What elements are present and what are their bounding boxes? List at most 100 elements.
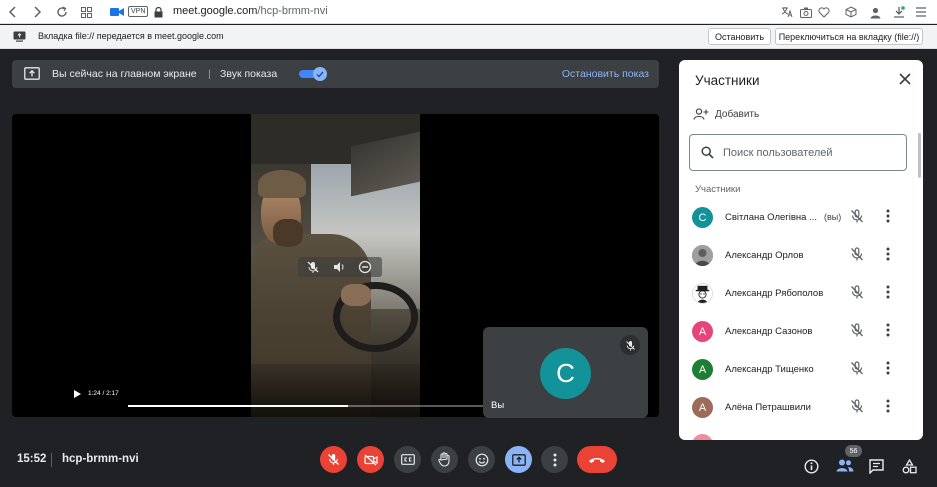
participant-row[interactable]: Александр Орлов bbox=[679, 237, 923, 275]
tabs-grid-icon[interactable] bbox=[77, 3, 95, 21]
toggle-camera-button[interactable] bbox=[357, 446, 384, 473]
participant-avatar bbox=[692, 283, 713, 304]
chat-icon[interactable] bbox=[869, 459, 884, 474]
participant-name: Алёна Петрашвили bbox=[725, 402, 811, 413]
play-icon[interactable] bbox=[74, 390, 81, 398]
meeting-details-icon[interactable] bbox=[804, 459, 819, 474]
participant-row[interactable]: Александр Рябополов bbox=[679, 275, 923, 313]
reload-icon[interactable] bbox=[53, 3, 71, 21]
participant-more-icon[interactable] bbox=[886, 285, 890, 299]
participant-mic-off-icon[interactable] bbox=[850, 209, 864, 224]
participant-avatar: А bbox=[692, 321, 713, 342]
more-options-button[interactable] bbox=[541, 446, 568, 473]
heart-icon[interactable] bbox=[815, 3, 833, 21]
participant-more-icon[interactable] bbox=[886, 399, 890, 413]
participant-mic-off-icon[interactable] bbox=[850, 323, 864, 338]
call-end-icon bbox=[588, 456, 606, 464]
switch-tab-button[interactable]: Переключиться на вкладку (file://) bbox=[775, 28, 923, 45]
search-placeholder: Поиск пользователей bbox=[723, 147, 833, 159]
panel-scrollbar[interactable] bbox=[918, 133, 921, 178]
person-hand bbox=[341, 284, 371, 306]
presentation-audio-toggle[interactable] bbox=[299, 67, 327, 81]
profile-icon[interactable] bbox=[866, 3, 884, 21]
video-progress-bar[interactable] bbox=[128, 405, 488, 407]
meeting-code: hcp-brmm-nvi bbox=[62, 453, 139, 465]
self-mic-off-icon bbox=[620, 335, 640, 355]
presentation-audio-label: Звук показа bbox=[220, 68, 278, 80]
menu-lines-icon[interactable] bbox=[912, 3, 930, 21]
download-icon[interactable] bbox=[890, 3, 908, 21]
activities-icon[interactable] bbox=[902, 459, 917, 474]
captions-button[interactable] bbox=[394, 446, 421, 473]
remove-circle-icon[interactable] bbox=[358, 260, 372, 274]
translate-icon[interactable] bbox=[778, 3, 796, 21]
participant-mic-off-icon[interactable] bbox=[850, 399, 864, 414]
search-people-input[interactable]: Поиск пользователей bbox=[689, 134, 907, 171]
stop-presenting-link[interactable]: Остановить показ bbox=[562, 68, 649, 80]
participant-name: Александр Рябополов bbox=[725, 288, 824, 299]
stop-sharing-button[interactable]: Остановить bbox=[708, 28, 771, 45]
add-people-button[interactable]: Добавить bbox=[693, 108, 759, 120]
self-video-tile[interactable]: С Вы bbox=[483, 327, 648, 418]
participant-avatar: А bbox=[692, 397, 713, 418]
participant-more-icon[interactable] bbox=[886, 323, 890, 337]
screenshot-icon[interactable] bbox=[797, 3, 815, 21]
participant-count-badge: 56 bbox=[845, 445, 862, 457]
hand-icon bbox=[438, 452, 451, 467]
search-icon bbox=[701, 146, 714, 159]
participant-more-icon[interactable] bbox=[886, 247, 890, 261]
self-name: Вы bbox=[491, 400, 505, 411]
screen-share-icon bbox=[13, 31, 26, 42]
participant-more-icon[interactable] bbox=[886, 209, 890, 223]
participant-row[interactable]: А Александр Тищенко bbox=[679, 351, 923, 389]
presenting-banner: Вы сейчас на главном экране | Звук показ… bbox=[12, 60, 659, 88]
participant-name: Александр Тищенко bbox=[725, 364, 814, 375]
url-host: meet.google.com bbox=[173, 5, 258, 17]
close-icon[interactable] bbox=[899, 73, 911, 85]
person-beard bbox=[273, 219, 303, 247]
participant-avatar-partial bbox=[692, 434, 713, 440]
participant-row[interactable]: А Александр Сазонов bbox=[679, 313, 923, 351]
extension-cube-icon[interactable] bbox=[842, 3, 860, 21]
people-icon[interactable] bbox=[836, 459, 854, 472]
participant-row[interactable]: С Світлана Олегівна ... (вы) bbox=[679, 199, 923, 237]
participant-mic-off-icon[interactable] bbox=[850, 285, 864, 300]
participant-name: Світлана Олегівна ... bbox=[725, 212, 817, 223]
lock-icon[interactable] bbox=[149, 3, 167, 21]
participant-mic-off-icon[interactable] bbox=[850, 361, 864, 376]
participant-mic-off-icon[interactable] bbox=[850, 247, 864, 262]
video-time: 1:24 / 2:17 bbox=[88, 390, 119, 397]
video-shadow bbox=[251, 364, 420, 417]
participant-photo bbox=[693, 284, 712, 303]
emoji-icon bbox=[475, 453, 489, 467]
participants-section-label: Участники bbox=[695, 184, 741, 195]
leave-call-button[interactable] bbox=[577, 446, 617, 473]
sharing-infobar: Вкладка file:// передается в meet.google… bbox=[0, 25, 937, 49]
raise-hand-button[interactable] bbox=[431, 446, 458, 473]
toggle-mic-button[interactable] bbox=[320, 446, 347, 473]
present-now-button[interactable] bbox=[505, 446, 532, 473]
participant-photo bbox=[692, 245, 713, 266]
participant-you-tag: (вы) bbox=[824, 212, 842, 222]
participant-more-icon[interactable] bbox=[886, 361, 890, 375]
participant-name: Александр Орлов bbox=[725, 250, 804, 261]
panel-title: Участники bbox=[695, 73, 760, 88]
volume-icon[interactable] bbox=[332, 260, 346, 274]
vpn-badge[interactable]: VPN bbox=[128, 6, 149, 17]
more-vert-icon bbox=[553, 453, 557, 467]
mic-off-icon[interactable] bbox=[306, 260, 320, 274]
address-bar[interactable]: meet.google.com/hcp-brmm-nvi bbox=[173, 5, 328, 17]
browser-toolbar: VPN meet.google.com/hcp-brmm-nvi bbox=[0, 0, 937, 24]
participant-row[interactable]: А Алёна Петрашвили bbox=[679, 389, 923, 427]
reactions-button[interactable] bbox=[468, 446, 495, 473]
present-screen-icon bbox=[24, 67, 40, 80]
forward-icon[interactable] bbox=[28, 3, 46, 21]
video-progress-fill bbox=[128, 405, 348, 407]
present-screen-icon bbox=[511, 453, 526, 466]
camera-off-icon bbox=[363, 454, 378, 466]
participant-name: Александр Сазонов bbox=[725, 326, 813, 337]
camera-active-icon[interactable] bbox=[108, 3, 126, 21]
presenting-text: Вы сейчас на главном экране bbox=[52, 68, 197, 80]
back-icon[interactable] bbox=[4, 3, 22, 21]
check-icon bbox=[313, 67, 327, 81]
